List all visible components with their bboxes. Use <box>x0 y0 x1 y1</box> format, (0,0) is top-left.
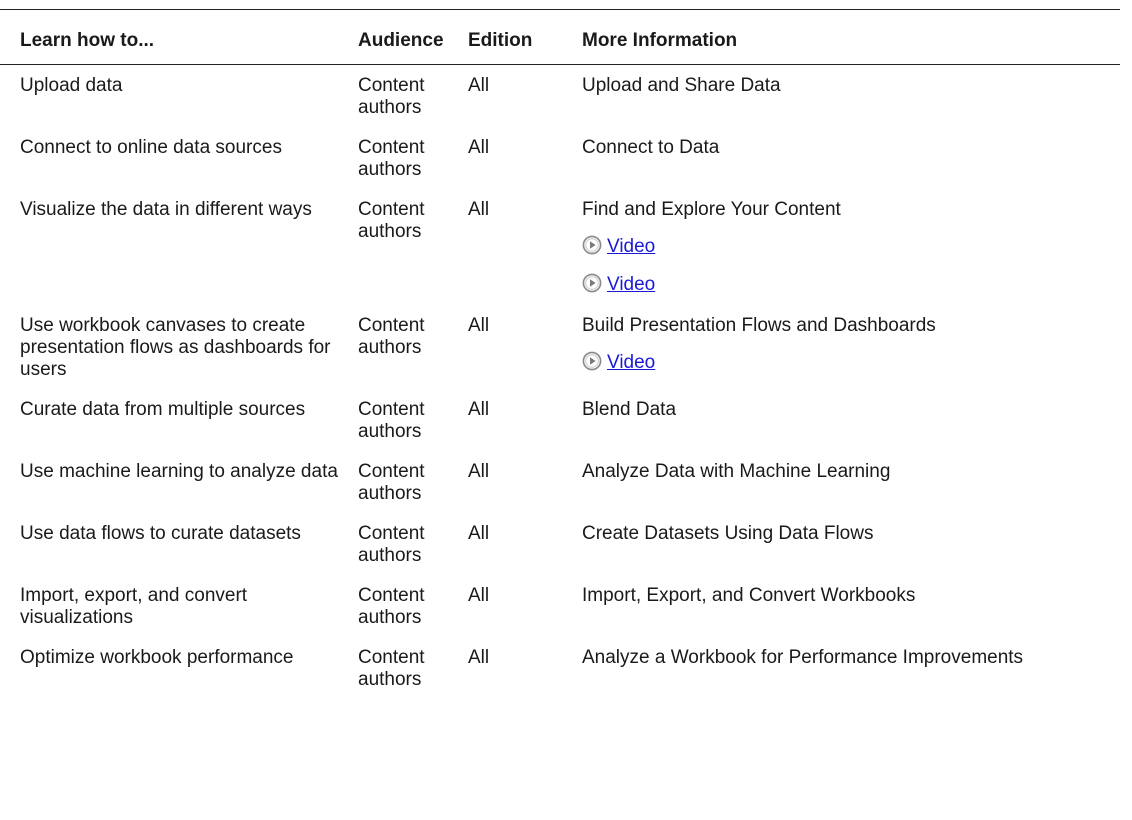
table-header: Learn how to... Audience Edition More In… <box>0 9 1120 65</box>
audience-cell: Content authors <box>358 75 425 118</box>
task-cell: Use workbook canvases to create presenta… <box>20 315 331 380</box>
table-row: Upload data Content authors All Upload and … <box>0 65 1120 129</box>
more-information-cell: Find and Explore Your Content Video Video <box>572 190 1120 306</box>
edition-cell: All <box>468 199 490 220</box>
table-row: Connect to online data sources Content au… <box>0 128 1120 190</box>
audience-cell: Content authors <box>358 399 425 442</box>
more-information-cell: Connect to Data <box>572 128 1120 190</box>
edition-cell: All <box>468 647 490 668</box>
audience-cell: Content authors <box>358 315 425 358</box>
task-cell: Upload data <box>20 75 123 96</box>
play-circle-icon[interactable] <box>582 273 602 293</box>
video-link[interactable]: Video <box>607 274 655 296</box>
edition-cell: All <box>468 461 490 482</box>
header-learn-how: Learn how to... <box>0 9 348 65</box>
more-information-text: Analyze a Workbook for Performance Impro… <box>582 647 1024 668</box>
edition-cell: All <box>468 523 490 544</box>
table-row: Use data flows to curate datasets Content… <box>0 514 1120 576</box>
task-cell: Curate data from multiple sources <box>20 399 306 420</box>
video-link-row[interactable]: Video <box>582 351 1114 375</box>
more-information-cell: Build Presentation Flows and Dashboards V… <box>572 306 1120 390</box>
more-information-text: Analyze Data with Machine Learning <box>582 461 891 482</box>
header-row: Learn how to... Audience Edition More In… <box>0 9 1120 65</box>
play-circle-icon[interactable] <box>582 351 602 371</box>
more-information-text: Find and Explore Your Content <box>582 199 841 220</box>
audience-cell: Content authors <box>358 523 425 566</box>
audience-cell: Content authors <box>358 647 425 690</box>
edition-cell: All <box>468 399 490 420</box>
more-information-cell: Import, Export, and Convert Workbooks <box>572 576 1120 638</box>
table-body: Upload data Content authors All Upload and … <box>0 65 1120 701</box>
edition-cell: All <box>468 315 490 336</box>
table-row: Use workbook canvases to create presenta… <box>0 306 1120 390</box>
table-row: Import, export, and convert visualizatio… <box>0 576 1120 638</box>
edition-cell: All <box>468 585 490 606</box>
task-cell: Use machine learning to analyze data <box>20 461 338 482</box>
table-row: Optimize workbook performance Content aut… <box>0 638 1120 700</box>
task-cell: Import, export, and convert visualizatio… <box>20 585 248 628</box>
table-row: Visualize the data in different ways Cont… <box>0 190 1120 306</box>
more-information-text: Connect to Data <box>582 137 720 158</box>
more-information-text: Import, Export, and Convert Workbooks <box>582 585 916 606</box>
audience-cell: Content authors <box>358 199 425 242</box>
edition-cell: All <box>468 137 490 158</box>
audience-cell: Content authors <box>358 137 425 180</box>
task-cell: Use data flows to curate datasets <box>20 523 301 544</box>
video-link[interactable]: Video <box>607 236 655 258</box>
header-edition: Edition <box>458 9 572 65</box>
learning-table: Learn how to... Audience Edition More In… <box>0 9 1120 700</box>
more-information-cell: Analyze a Workbook for Performance Impro… <box>572 638 1120 700</box>
table-row: Curate data from multiple sources Content… <box>0 390 1120 452</box>
more-information-cell: Blend Data <box>572 390 1120 452</box>
video-link[interactable]: Video <box>607 352 655 374</box>
task-cell: Connect to online data sources <box>20 137 282 158</box>
edition-cell: All <box>468 75 490 96</box>
more-information-cell: Upload and Share Data <box>572 65 1120 129</box>
task-cell: Optimize workbook performance <box>20 647 294 668</box>
more-information-cell: Analyze Data with Machine Learning <box>572 452 1120 514</box>
header-audience: Audience <box>348 9 458 65</box>
play-circle-icon[interactable] <box>582 235 602 255</box>
more-information-text: Blend Data <box>582 399 677 420</box>
more-information-text: Build Presentation Flows and Dashboards <box>582 315 936 336</box>
task-cell: Visualize the data in different ways <box>20 199 312 220</box>
table-row: Use machine learning to analyze data Cont… <box>0 452 1120 514</box>
more-information-text: Upload and Share Data <box>582 75 781 96</box>
video-link-row[interactable]: Video <box>582 273 1114 297</box>
more-information-cell: Create Datasets Using Data Flows <box>572 514 1120 576</box>
more-information-text: Create Datasets Using Data Flows <box>582 523 874 544</box>
audience-cell: Content authors <box>358 461 425 504</box>
audience-cell: Content authors <box>358 585 425 628</box>
video-link-row[interactable]: Video <box>582 235 1114 259</box>
header-more-information: More Information <box>572 9 1120 65</box>
